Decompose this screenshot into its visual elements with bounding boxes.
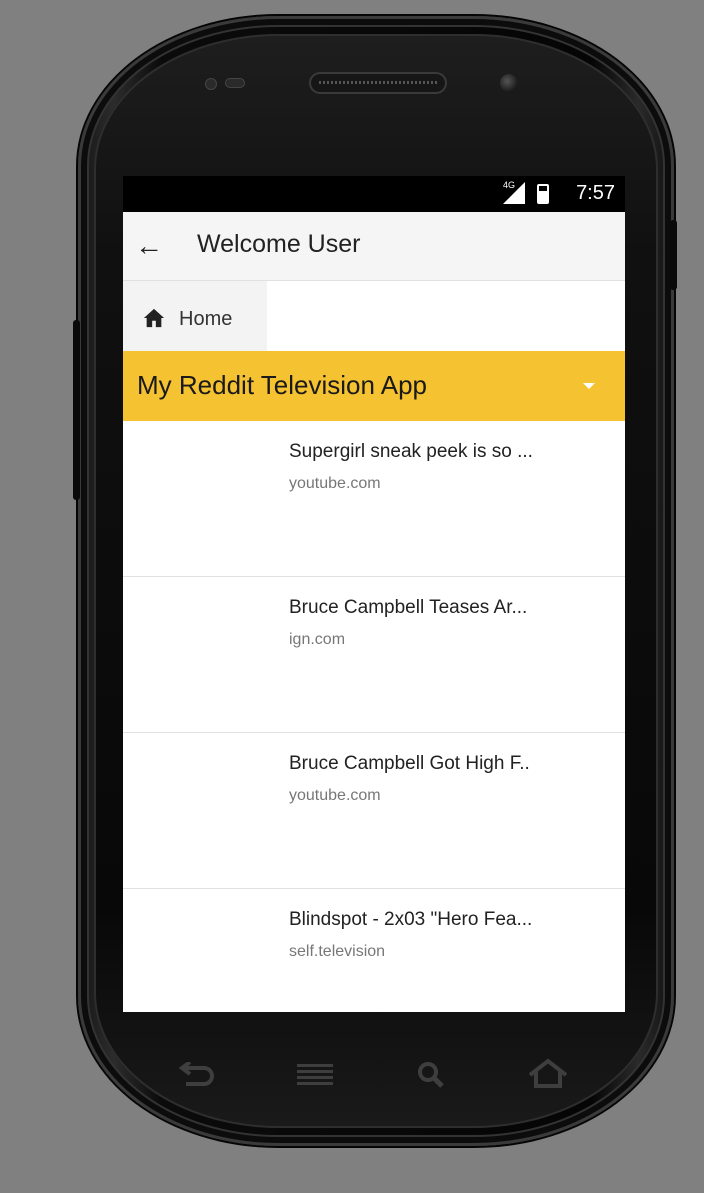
tab-home[interactable]: Home bbox=[123, 281, 267, 351]
light-sensor bbox=[225, 78, 245, 88]
home-icon bbox=[143, 308, 165, 328]
post-title: Bruce Campbell Got High F.. bbox=[289, 753, 530, 774]
list-item[interactable]: Supergirl sneak peek is so ... youtube.c… bbox=[123, 421, 625, 577]
list-item[interactable]: Bruce Campbell Teases Ar... ign.com bbox=[123, 577, 625, 733]
subreddit-title: My Reddit Television App bbox=[137, 370, 428, 400]
post-domain: ign.com bbox=[289, 631, 346, 648]
hardware-nav-keys bbox=[123, 1040, 625, 1110]
post-thumbnail bbox=[123, 421, 273, 575]
post-list: Supergirl sneak peek is so ... youtube.c… bbox=[123, 421, 625, 1012]
signal-icon bbox=[503, 182, 525, 204]
arrow-left-icon[interactable]: ← bbox=[135, 228, 163, 264]
post-title: Blindspot - 2x03 "Hero Fea... bbox=[289, 909, 533, 930]
app-screen: 4G 7:57 ← Welcome User Home My Reddit Te… bbox=[123, 176, 625, 1012]
home-key-icon[interactable] bbox=[526, 1058, 570, 1090]
post-domain: self.television bbox=[289, 943, 386, 960]
proximity-sensor bbox=[205, 78, 217, 90]
menu-key-icon[interactable] bbox=[295, 1062, 335, 1088]
post-domain: youtube.com bbox=[289, 787, 381, 804]
battery-icon bbox=[537, 184, 549, 204]
status-bar: 4G 7:57 bbox=[123, 176, 625, 212]
post-thumbnail bbox=[123, 889, 273, 1012]
status-time: 7:57 bbox=[576, 182, 615, 204]
post-title: Supergirl sneak peek is so ... bbox=[289, 441, 533, 462]
volume-button bbox=[73, 320, 80, 500]
list-item[interactable]: Bruce Campbell Got High F.. youtube.com bbox=[123, 733, 625, 889]
app-bar: ← Welcome User bbox=[123, 212, 625, 281]
caret-down-icon bbox=[583, 383, 595, 389]
tab-home-label: Home bbox=[179, 308, 233, 330]
post-domain: youtube.com bbox=[289, 475, 381, 492]
post-thumbnail bbox=[123, 733, 273, 887]
front-camera bbox=[500, 74, 518, 92]
subreddit-dropdown[interactable]: My Reddit Television App bbox=[123, 351, 625, 421]
post-thumbnail bbox=[123, 577, 273, 731]
post-title: Bruce Campbell Teases Ar... bbox=[289, 597, 528, 618]
list-item[interactable]: Blindspot - 2x03 "Hero Fea... self.telev… bbox=[123, 889, 625, 1012]
app-bar-title: Welcome User bbox=[197, 230, 361, 258]
earpiece-speaker bbox=[309, 72, 447, 94]
search-key-icon[interactable] bbox=[416, 1060, 448, 1090]
tab-bar: Home bbox=[123, 281, 625, 351]
back-key-icon[interactable] bbox=[178, 1062, 218, 1088]
power-button bbox=[670, 220, 677, 290]
